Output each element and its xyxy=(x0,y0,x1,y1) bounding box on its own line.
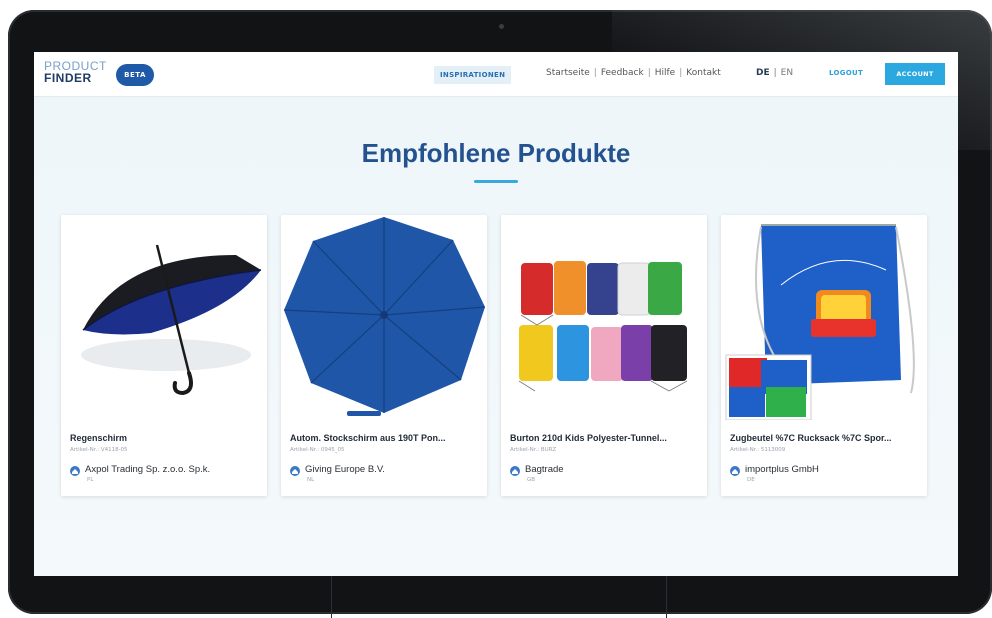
supplier-icon xyxy=(730,466,740,476)
product-card[interactable]: Burton 210d Kids Polyester-Tunnel... Art… xyxy=(501,215,707,496)
camera-dot xyxy=(499,24,504,29)
product-finder-logo[interactable]: PRODUCT FINDER xyxy=(44,60,107,84)
product-image-umbrella xyxy=(61,215,267,420)
account-button[interactable]: ACCOUNT xyxy=(885,63,945,85)
inspirations-link[interactable]: INSPIRATIONEN xyxy=(434,66,512,84)
product-card[interactable]: Zugbeutel %7C Rucksack %7C Spor... Artik… xyxy=(721,215,927,496)
logo-line2: FINDER xyxy=(44,71,92,85)
product-title[interactable]: Burton 210d Kids Polyester-Tunnel... xyxy=(510,433,700,443)
lang-separator: | xyxy=(773,68,777,78)
supplier-country: GB xyxy=(527,477,536,483)
article-number: Artikel-Nr.: BURZ xyxy=(510,447,557,453)
stand-line xyxy=(331,576,332,618)
supplier-country: PL xyxy=(87,477,94,483)
language-switch: DE | EN xyxy=(756,68,793,78)
nav-separator: | xyxy=(679,68,683,78)
product-image-bags xyxy=(501,215,707,420)
supplier-country: NL xyxy=(307,477,315,483)
nav-separator: | xyxy=(593,68,597,78)
product-title[interactable]: Zugbeutel %7C Rucksack %7C Spor... xyxy=(730,433,920,443)
page-title: Empfohlene Produkte xyxy=(361,138,631,168)
nav-kontakt[interactable]: Kontakt xyxy=(686,68,720,78)
supplier-icon xyxy=(70,466,80,476)
article-number: Artikel-Nr.: 5113009 xyxy=(730,447,786,453)
product-card[interactable]: Autom. Stockschirm aus 190T Pon... Artik… xyxy=(281,215,487,496)
title-underline xyxy=(474,180,518,183)
product-title[interactable]: Autom. Stockschirm aus 190T Pon... xyxy=(290,433,480,443)
product-image-umbrella xyxy=(281,215,487,420)
nav-separator: | xyxy=(647,68,651,78)
product-title[interactable]: Regenschirm xyxy=(70,433,260,443)
nav-startseite[interactable]: Startseite xyxy=(546,68,590,78)
supplier-icon xyxy=(290,466,300,476)
supplier-name[interactable]: Axpol Trading Sp. z.o.o. Sp.k. xyxy=(85,464,210,475)
product-image-backpack xyxy=(721,215,927,420)
supplier-country: DE xyxy=(747,477,755,483)
article-number: Artikel-Nr.: 0945_05 xyxy=(290,447,345,453)
supplier-name[interactable]: Bagtrade xyxy=(525,464,564,475)
supplier-name[interactable]: importplus GmbH xyxy=(745,464,819,475)
app-screen: PRODUCT FINDER BETA INSPIRATIONEN Starts… xyxy=(34,52,958,576)
article-number: Artikel-Nr.: V4118-05 xyxy=(70,447,128,453)
supplier-icon xyxy=(510,466,520,476)
nav-hilfe[interactable]: Hilfe xyxy=(655,68,675,78)
top-navigation: PRODUCT FINDER BETA INSPIRATIONEN Starts… xyxy=(34,52,958,97)
supplier-name[interactable]: Giving Europe B.V. xyxy=(305,464,385,475)
nav-feedback[interactable]: Feedback xyxy=(601,68,644,78)
lang-en[interactable]: EN xyxy=(781,68,793,78)
stand-line xyxy=(666,576,667,618)
product-card[interactable]: Regenschirm Artikel-Nr.: V4118-05 Axpol … xyxy=(61,215,267,496)
logout-link[interactable]: LOGOUT xyxy=(829,69,863,77)
beta-badge: BETA xyxy=(116,64,154,86)
lang-de[interactable]: DE xyxy=(756,68,770,78)
nav-links: Startseite | Feedback | Hilfe | Kontakt xyxy=(546,68,721,78)
